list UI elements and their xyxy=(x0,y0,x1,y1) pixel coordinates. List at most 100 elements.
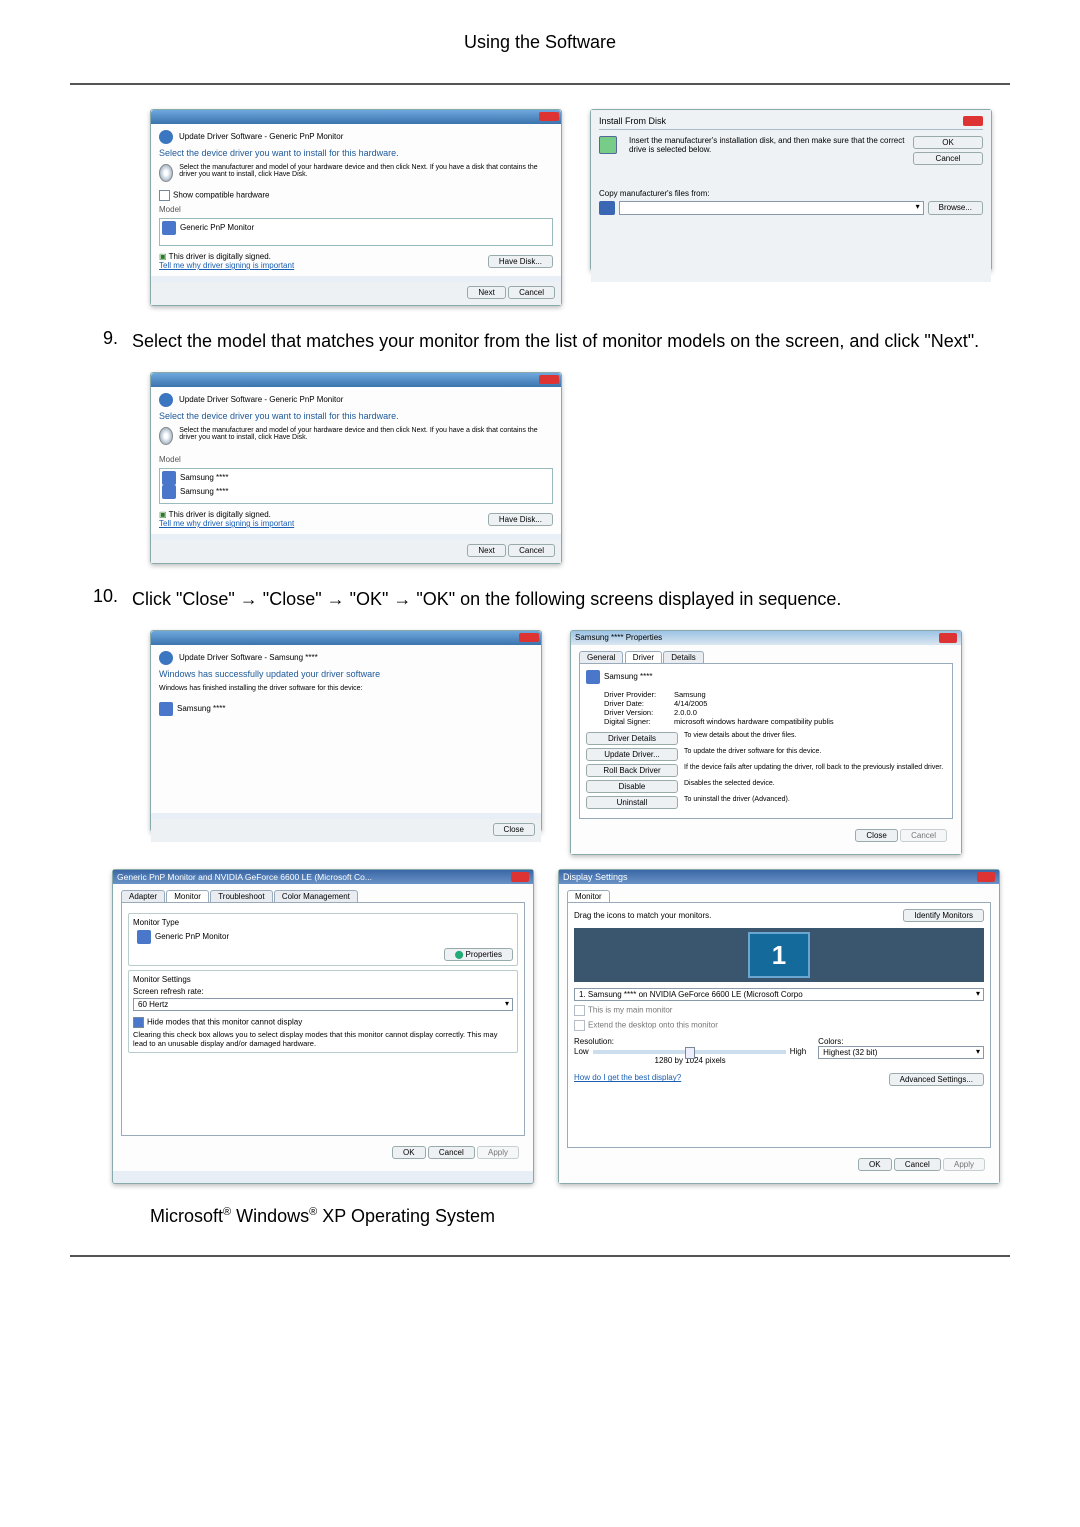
back-icon[interactable] xyxy=(159,393,173,407)
label: Driver Provider: xyxy=(604,690,674,699)
tab-general[interactable]: General xyxy=(579,651,623,663)
colors-dropdown[interactable]: Highest (32 bit) xyxy=(818,1046,984,1059)
model-list[interactable]: Samsung **** Samsung **** xyxy=(159,468,553,504)
list-item[interactable]: Samsung **** xyxy=(180,487,228,496)
tab-colormgmt[interactable]: Color Management xyxy=(274,890,358,902)
resolution-slider[interactable] xyxy=(593,1050,786,1054)
window-update-driver-b: Update Driver Software - Generic PnP Mon… xyxy=(150,372,562,564)
why-link[interactable]: Tell me why driver signing is important xyxy=(159,261,294,270)
desc: To update the driver software for this d… xyxy=(684,748,821,761)
path-dropdown[interactable] xyxy=(619,201,924,215)
message: Insert the manufacturer's installation d… xyxy=(629,136,907,165)
close-icon[interactable] xyxy=(519,633,539,642)
resolution-label: Resolution: xyxy=(574,1037,806,1046)
list-item[interactable]: Samsung **** xyxy=(180,473,228,482)
next-button[interactable]: Next xyxy=(467,544,505,557)
cancel-button[interactable]: Cancel xyxy=(913,152,983,165)
step-number: 10. xyxy=(70,586,132,612)
update-driver-button[interactable]: Update Driver... xyxy=(586,748,678,761)
list-item[interactable]: Generic PnP Monitor xyxy=(180,223,254,232)
disc-icon xyxy=(159,164,173,182)
group-label: Monitor Type xyxy=(133,918,513,927)
cancel-button[interactable]: Cancel xyxy=(894,1158,941,1171)
subtext: Select the manufacturer and model of you… xyxy=(179,164,553,182)
have-disk-button[interactable]: Have Disk... xyxy=(488,513,553,526)
window-title: Install From Disk xyxy=(599,116,666,126)
cancel-button[interactable]: Cancel xyxy=(428,1146,475,1159)
monitor-arrangement[interactable]: 1 xyxy=(574,928,984,982)
refresh-label: Screen refresh rate: xyxy=(133,987,513,996)
slider-low-label: Low xyxy=(574,1047,589,1056)
tab-driver[interactable]: Driver xyxy=(625,651,662,663)
source-icon xyxy=(599,201,615,215)
why-link[interactable]: Tell me why driver signing is important xyxy=(159,519,294,528)
apply-button: Apply xyxy=(943,1158,985,1171)
signed-label: This driver is digitally signed. xyxy=(169,252,271,261)
window-title: Update Driver Software - Generic PnP Mon… xyxy=(179,395,343,404)
apply-button: Apply xyxy=(477,1146,519,1159)
ok-button[interactable]: OK xyxy=(392,1146,426,1159)
driver-details-button[interactable]: Driver Details xyxy=(586,732,678,745)
tab-details[interactable]: Details xyxy=(663,651,703,663)
back-icon[interactable] xyxy=(159,130,173,144)
tab-troubleshoot[interactable]: Troubleshoot xyxy=(210,890,272,902)
ok-button[interactable]: OK xyxy=(913,136,983,149)
signed-label: This driver is digitally signed. xyxy=(169,510,271,519)
refresh-dropdown[interactable]: 60 Hertz xyxy=(133,998,513,1011)
cancel-button[interactable]: Cancel xyxy=(508,544,555,557)
tab-monitor[interactable]: Monitor xyxy=(166,890,209,902)
copy-label: Copy manufacturer's files from: xyxy=(599,189,983,198)
window-monitor-properties: Samsung **** Properties General Driver D… xyxy=(570,630,962,855)
monitor-1-icon[interactable]: 1 xyxy=(748,932,810,978)
close-icon[interactable] xyxy=(963,116,983,126)
cancel-button: Cancel xyxy=(900,829,947,842)
label: Digital Signer: xyxy=(604,717,674,726)
next-button[interactable]: Next xyxy=(467,286,505,299)
monitor-icon xyxy=(162,485,176,499)
monitor-name: Generic PnP Monitor xyxy=(155,932,229,941)
close-icon[interactable] xyxy=(977,872,995,882)
uninstall-button[interactable]: Uninstall xyxy=(586,796,678,809)
properties-button[interactable]: ⬤Properties xyxy=(444,948,513,961)
monitor-icon xyxy=(159,702,173,716)
subtext: Windows has finished installing the driv… xyxy=(159,685,533,692)
window-adapter-monitor: Generic PnP Monitor and NVIDIA GeForce 6… xyxy=(112,869,534,1184)
footer-line: Microsoft® Windows® XP Operating System xyxy=(150,1206,1010,1227)
have-disk-button[interactable]: Have Disk... xyxy=(488,255,553,268)
model-list[interactable]: Generic PnP Monitor xyxy=(159,218,553,246)
window-title: Update Driver Software - Samsung **** xyxy=(179,653,318,662)
window-title: Generic PnP Monitor and NVIDIA GeForce 6… xyxy=(117,872,372,882)
back-icon[interactable] xyxy=(159,651,173,665)
window-title: Update Driver Software - Generic PnP Mon… xyxy=(179,132,343,141)
best-display-link[interactable]: How do I get the best display? xyxy=(574,1073,681,1086)
tab-adapter[interactable]: Adapter xyxy=(121,890,165,902)
close-icon[interactable] xyxy=(539,112,559,121)
close-icon[interactable] xyxy=(939,633,957,643)
rollback-button[interactable]: Roll Back Driver xyxy=(586,764,678,777)
advanced-button[interactable]: Advanced Settings... xyxy=(889,1073,984,1086)
monitor-select-dropdown[interactable]: 1. Samsung **** on NVIDIA GeForce 6600 L… xyxy=(574,988,984,1001)
checkbox[interactable] xyxy=(133,1017,144,1028)
browse-button[interactable]: Browse... xyxy=(928,201,983,215)
disable-button[interactable]: Disable xyxy=(586,780,678,793)
label: Driver Version: xyxy=(604,708,674,717)
desc: To view details about the driver files. xyxy=(684,732,796,745)
device-name: Samsung **** xyxy=(604,672,652,681)
floppy-icon xyxy=(599,136,617,154)
close-button[interactable]: Close xyxy=(493,823,535,836)
value: microsoft windows hardware compatibility… xyxy=(674,717,834,726)
close-icon[interactable] xyxy=(511,872,529,882)
close-button[interactable]: Close xyxy=(855,829,897,842)
checkbox[interactable] xyxy=(159,190,170,201)
cancel-button[interactable]: Cancel xyxy=(508,286,555,299)
ok-button[interactable]: OK xyxy=(858,1158,892,1171)
window-title: Display Settings xyxy=(563,872,628,882)
window-update-driver-a: Update Driver Software - Generic PnP Mon… xyxy=(150,109,562,306)
value: 2.0.0.0 xyxy=(674,708,697,717)
close-icon[interactable] xyxy=(539,375,559,384)
identify-button[interactable]: Identify Monitors xyxy=(903,909,984,922)
tab-monitor[interactable]: Monitor xyxy=(567,890,610,902)
step-number: 9. xyxy=(70,328,132,354)
checkbox xyxy=(574,1005,585,1016)
page-title: Using the Software xyxy=(70,32,1010,53)
